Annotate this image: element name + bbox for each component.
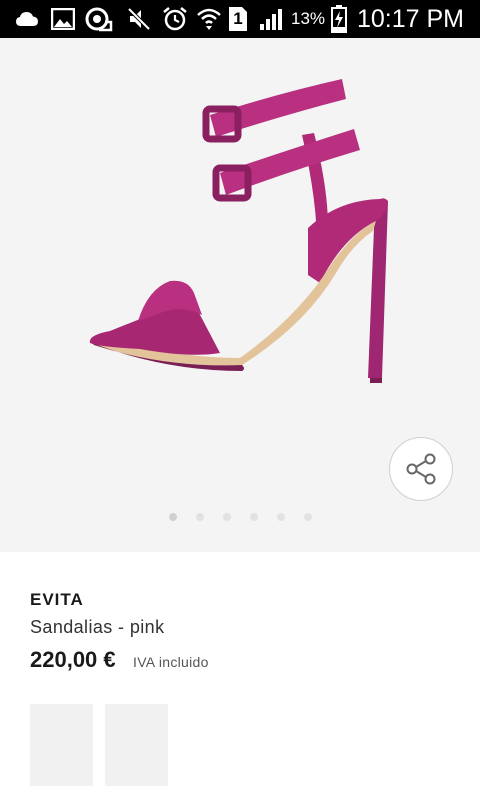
alarm-icon [162, 0, 188, 38]
product-image-gallery[interactable] [0, 38, 480, 552]
thumbnail-placeholder[interactable] [105, 704, 168, 786]
share-icon [406, 453, 436, 485]
thumbnail-placeholder[interactable] [30, 704, 93, 786]
location-sync-icon [84, 0, 114, 38]
gallery-page-indicator [0, 513, 480, 523]
page-dot[interactable] [169, 513, 177, 521]
battery-charging-icon [329, 0, 349, 38]
status-bar: 1 13% 10:17 PM [0, 0, 480, 38]
page-dot[interactable] [304, 513, 312, 521]
sim-slot-label: 1 [233, 9, 243, 28]
page-dot[interactable] [277, 513, 285, 521]
image-icon [50, 0, 76, 38]
product-price: 220,00 € [30, 647, 116, 672]
page-dot[interactable] [223, 513, 231, 521]
cloud-icon [14, 0, 40, 38]
share-button[interactable] [389, 437, 453, 501]
wifi-icon [196, 0, 222, 38]
clock: 10:17 PM [357, 5, 465, 33]
pink-high-heel-sandal [89, 79, 388, 383]
product-name: Sandalias - pink [30, 617, 165, 637]
vat-note: IVA incluido [133, 654, 209, 670]
page-dot[interactable] [250, 513, 258, 521]
battery-percent: 13% [291, 9, 326, 28]
signal-icon [258, 0, 284, 38]
page-dot[interactable] [196, 513, 204, 521]
product-brand[interactable]: EVITA [30, 590, 84, 610]
mute-icon [126, 0, 152, 38]
